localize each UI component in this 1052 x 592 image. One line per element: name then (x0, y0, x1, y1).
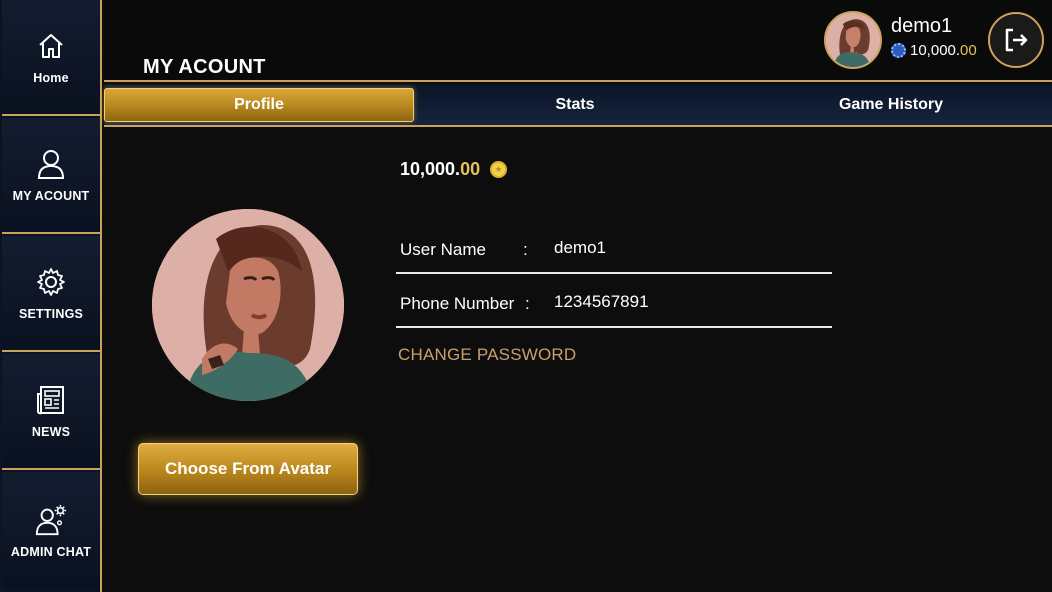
sidebar-item-label: MY ACOUNT (12, 189, 90, 203)
field-value: demo1 (554, 238, 606, 257)
header-balance: 10,000. 00 (891, 42, 977, 59)
tab-stats[interactable]: Stats (420, 88, 730, 122)
profile-balance-dec: 00 (460, 159, 481, 179)
chip-icon (891, 43, 906, 58)
field-value: 1234567891 (554, 292, 649, 311)
phone-number-field: Phone Number : 1234567891 (396, 276, 832, 328)
sidebar-item-label: Home (33, 71, 69, 85)
profile-panel: Choose From Avatar 10,000. 00 ★ User Name… (104, 129, 1052, 592)
tab-bar: Profile Stats Game History (104, 84, 1052, 127)
header-balance-int: 10,000. (910, 42, 961, 59)
newspaper-icon (34, 383, 68, 417)
avatar[interactable] (824, 11, 882, 69)
tab-game-history[interactable]: Game History (736, 88, 1046, 122)
admin-user-gear-icon (34, 503, 68, 537)
woman-avatar-icon (152, 209, 344, 401)
profile-avatar (152, 209, 344, 401)
sidebar-item-label: SETTINGS (18, 307, 84, 321)
change-password-link[interactable]: CHANGE PASSWORD (398, 345, 576, 365)
logout-button[interactable] (988, 12, 1044, 68)
field-separator: : (525, 294, 530, 313)
coin-icon: ★ (490, 161, 508, 178)
woman-avatar-icon (826, 13, 880, 67)
sidebar-item-news[interactable]: NEWS (2, 354, 100, 470)
field-separator: : (523, 240, 528, 259)
home-icon (34, 29, 68, 63)
logout-icon (1005, 28, 1028, 52)
header: MY ACOUNT demo1 10,000. 00 (104, 0, 1052, 82)
header-username: demo1 (891, 15, 953, 37)
gear-icon (34, 265, 68, 299)
sidebar-item-admin-chat[interactable]: ADMIN CHAT (2, 472, 100, 590)
sidebar-item-settings[interactable]: SETTINGS (2, 236, 100, 352)
field-label: Phone Number (400, 294, 515, 313)
header-balance-dec: 00 (960, 42, 977, 59)
profile-balance-int: 10,000. (400, 159, 461, 179)
sidebar-item-label: NEWS (31, 425, 71, 439)
sidebar-item-my-account[interactable]: MY ACOUNT (2, 118, 100, 234)
page-title: MY ACOUNT (143, 56, 266, 78)
username-field: User Name : demo1 (396, 222, 832, 274)
sidebar-item-home[interactable]: Home (2, 0, 100, 116)
sidebar-item-label: ADMIN CHAT (10, 545, 92, 559)
choose-avatar-button[interactable]: Choose From Avatar (138, 443, 358, 495)
field-label: User Name (400, 240, 486, 259)
tab-profile[interactable]: Profile (104, 88, 414, 122)
user-icon (34, 147, 68, 181)
profile-balance: 10,000. 00 ★ (400, 159, 508, 180)
sidebar: Home MY ACOUNT SETTINGS NEWS ADMIN CHAT (0, 0, 102, 592)
